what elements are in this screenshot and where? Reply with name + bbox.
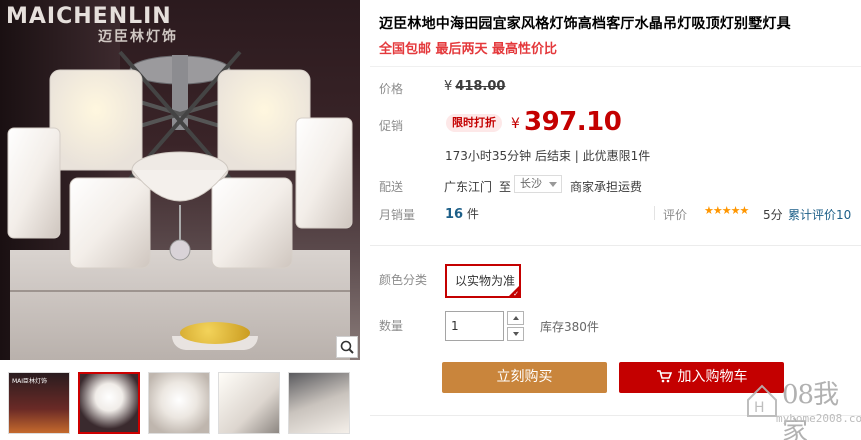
color-option-selected[interactable]: 以实物为准 ✓ [445,264,521,298]
monthly-sales-count: 16 [445,207,464,222]
promo-slogan: 全国包邮 最后两天 最高性价比 [379,42,558,57]
ship-to-word: 至 [499,180,512,194]
price-label: 价格 [379,82,404,96]
promotion-label: 促销 [379,119,404,133]
svg-text:H: H [754,400,765,416]
thumbnail-5[interactable] [288,372,350,434]
currency-symbol: ¥ [444,79,453,94]
thumbnail-5-image [289,373,349,433]
monthly-sales: 16 件 [445,205,479,222]
divider [370,245,861,246]
destination-select[interactable]: 长沙 [514,175,562,193]
shipping-label: 配送 [379,180,404,194]
reviews-link[interactable]: 累计评价10 [788,206,851,223]
thumbnail-2[interactable] [78,372,140,434]
divider [370,66,861,67]
arrow-up-icon [512,316,519,320]
rating-label: 评价 [663,208,688,222]
discount-tag: 限时打折 [446,114,502,132]
thumbnail-1[interactable]: MAI臣林灯饰 [8,372,70,434]
zoom-button[interactable] [336,336,358,358]
stock-count: 库存380件 [540,320,599,334]
rating-score: 5分 [763,208,783,222]
brand-logo-sub: 迈臣林灯饰 [98,29,178,45]
cart-icon [656,370,672,383]
chandelier-illustration [7,50,353,269]
quantity-label: 数量 [379,319,404,333]
original-price-value: 418.00 [455,79,506,94]
promo-countdown: 173小时35分钟 后结束 | 此优惠限1件 [445,149,651,163]
thumbnail-4-image [219,373,279,433]
thumbnail-3-image [149,373,209,433]
magnifier-icon [340,340,354,354]
sale-price: 397.10 [524,107,622,137]
image-fruit [180,322,250,344]
thumbnail-3[interactable] [148,372,210,434]
product-main-image[interactable]: MAICHENLIN 迈臣林灯饰 [0,0,360,360]
thumbnail-2-image [80,374,138,432]
ship-from: 广东江门 [444,180,493,194]
arrow-down-icon [512,332,519,336]
buy-now-button[interactable]: 立刻购买 [442,362,607,393]
color-option-label: 以实物为准 [455,274,516,288]
destination-value: 长沙 [520,177,542,190]
original-price: ¥418.00 [444,79,505,94]
thumbnail-4[interactable] [218,372,280,434]
add-to-cart-label: 加入购物车 [677,369,748,385]
quantity-increase-button[interactable] [507,311,524,325]
chevron-down-icon [549,182,557,187]
monthly-sales-label: 月销量 [379,208,416,222]
watermark-text: 08我家 [782,380,839,440]
color-label: 颜色分类 [379,273,428,287]
rating-stars-icon: ★★★★★ [704,204,749,217]
brand-logo: MAICHENLIN 迈臣林灯饰 [6,4,176,45]
watermark-url: myhome2008.com [776,412,861,425]
product-title: 迈臣林地中海田园宜家风格灯饰高档客厅水晶吊灯吸顶灯别墅灯具 [379,16,791,32]
quantity-decrease-button[interactable] [507,327,524,341]
checkmark-icon: ✓ [513,290,519,298]
thumbnail-1-label: MAI臣林灯饰 [12,378,48,385]
vertical-divider [654,206,655,220]
buy-now-label: 立刻购买 [496,369,553,385]
sale-currency-symbol: ¥ [511,116,520,132]
quantity-input[interactable]: 1 [445,311,504,341]
site-watermark: H 08我家 myhome2008.com [740,376,861,440]
thumbnail-strip: MAI臣林灯饰 [0,364,360,440]
monthly-sales-unit: 件 [466,207,479,221]
shipping-note: 商家承担运费 [570,180,643,194]
